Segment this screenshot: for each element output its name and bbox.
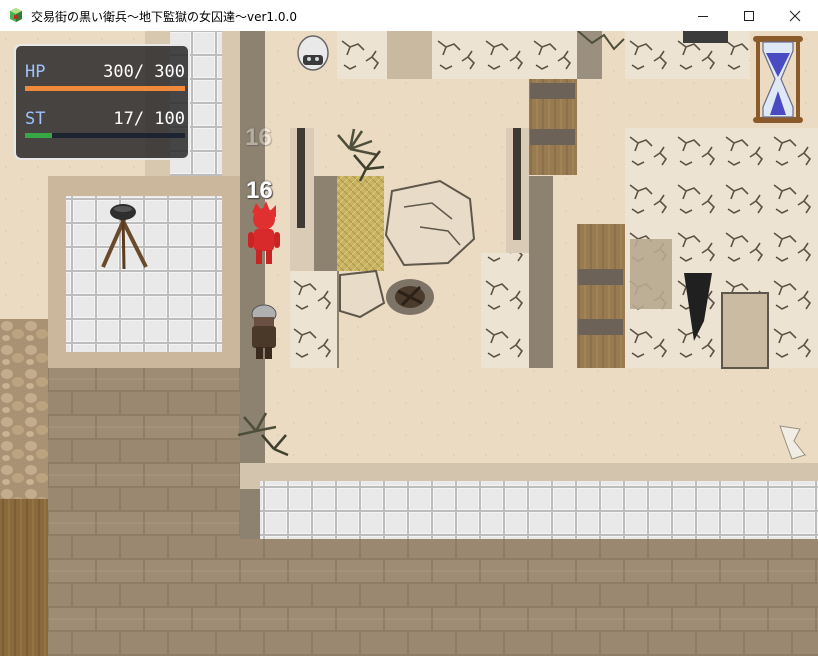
game-app-icon xyxy=(10,8,22,22)
bottom-wall xyxy=(240,463,818,656)
st-bar xyxy=(25,133,185,138)
hp-bar xyxy=(25,86,185,91)
minimize-button[interactable] xyxy=(680,0,726,31)
st-label: ST xyxy=(25,109,46,129)
close-icon xyxy=(789,10,801,21)
damage-number: 16 xyxy=(246,177,273,204)
maximize-icon xyxy=(744,10,754,21)
hp-value: 300/ 300 xyxy=(103,62,185,82)
hp-bar-fill xyxy=(25,86,185,91)
minimize-icon xyxy=(698,15,708,17)
damage-number-faded: 16 xyxy=(245,124,272,151)
status-hud: HP 300/ 300 ST 17/ 100 xyxy=(14,44,190,160)
game-viewport[interactable]: 16 16 HP 300/ 300 ST 17/ 100 xyxy=(0,31,818,656)
maximize-button[interactable] xyxy=(726,0,772,31)
close-button[interactable] xyxy=(772,0,818,31)
window-title: 交易街の黒い衛兵～地下監獄の女囚達～ver1.0.0 xyxy=(31,10,297,24)
ghost-character xyxy=(297,35,329,71)
st-value: 17/ 100 xyxy=(113,109,185,129)
title-bar[interactable]: 交易街の黒い衛兵～地下監獄の女囚達～ver1.0.0 xyxy=(0,0,818,32)
game-window: 交易街の黒い衛兵～地下監獄の女囚達～ver1.0.0 16 16 HP 300/… xyxy=(0,0,818,656)
hp-label: HP xyxy=(25,62,46,82)
st-bar-fill xyxy=(25,133,53,138)
